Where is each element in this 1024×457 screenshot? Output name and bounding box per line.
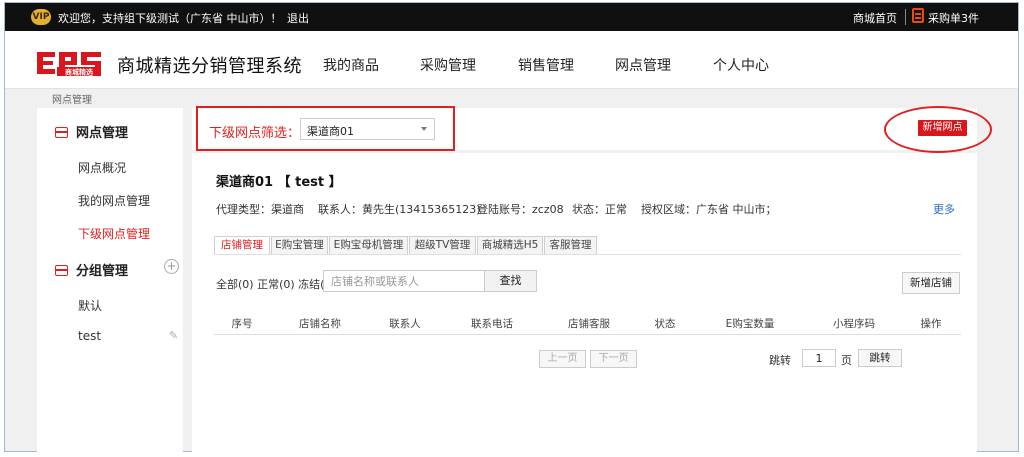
list-icon (55, 265, 68, 276)
col-shop-service: 店铺客服 (568, 318, 610, 330)
pencil-icon[interactable]: ✎ (169, 330, 179, 341)
search-button[interactable]: 查找 (484, 270, 537, 292)
jump-label: 跳转 (769, 354, 791, 367)
logout-link[interactable]: 退出 (287, 10, 309, 26)
add-shop-button[interactable]: 新增店铺 (902, 272, 960, 294)
nav-sales[interactable]: 销售管理 (518, 55, 574, 75)
tab-egoubao[interactable]: E购宝管理 (271, 236, 328, 255)
next-page-button[interactable]: 下一页 (590, 350, 637, 368)
dealer-title: 渠道商01 【 test 】 (216, 175, 342, 190)
nav-personal-center[interactable]: 个人中心 (713, 55, 769, 75)
sidebar-group-outlets[interactable]: 网点管理 (55, 122, 128, 141)
purchase-list-link[interactable]: 采购单3件 (928, 10, 979, 26)
add-group-icon[interactable]: + (164, 259, 179, 274)
main-panel (192, 153, 977, 453)
sub-outlet-select-value: 渠道商01 (307, 125, 354, 138)
vip-badge-icon: VIP (31, 9, 51, 25)
svg-text:商城精选: 商城精选 (65, 68, 93, 77)
shop-search-input[interactable] (323, 270, 485, 292)
col-egoubao-count: E购宝数量 (725, 318, 775, 330)
col-phone: 联系电话 (471, 318, 513, 330)
system-title: 商城精选分销管理系统 (117, 56, 302, 77)
sidebar-item-sub-outlets[interactable]: 下级网点管理 (78, 225, 150, 242)
add-outlet-highlight-circle (884, 106, 992, 153)
contact-person: 联系人：黄先生(13415365123) (318, 203, 481, 216)
topbar-divider (905, 9, 906, 25)
tab-divider (214, 254, 961, 255)
page-number-input[interactable] (802, 349, 836, 367)
sidebar-group-groups[interactable]: 分组管理 (55, 260, 128, 279)
tab-shop-management[interactable]: 店铺管理 (214, 236, 270, 255)
nav-outlets[interactable]: 网点管理 (615, 55, 671, 75)
sub-outlet-select[interactable]: 渠道商01 (300, 118, 435, 140)
eps-logo-icon: 商城精选 (37, 52, 101, 77)
agent-type: 代理类型：渠道商 (216, 203, 304, 216)
tab-super-tv[interactable]: 超级TV管理 (409, 236, 476, 255)
col-mini-program-code: 小程序码 (833, 318, 875, 330)
sidebar-item-my-outlets[interactable]: 我的网点管理 (78, 192, 150, 209)
col-contact: 联系人 (389, 318, 421, 330)
col-index: 序号 (231, 318, 253, 330)
shop-counts: 全部(0) 正常(0) 冻结(0) (216, 278, 336, 291)
nav-purchase[interactable]: 采购管理 (420, 55, 476, 75)
sidebar-item-default[interactable]: 默认 (78, 297, 102, 314)
card-icon (55, 127, 68, 138)
login-account: 登陆账号：zcz08 (477, 203, 564, 216)
mall-home-link[interactable]: 商城首页 (853, 10, 897, 26)
more-link[interactable]: 更多 (933, 201, 955, 217)
col-shop-name: 店铺名称 (299, 318, 341, 330)
jump-button[interactable]: 跳转 (858, 349, 902, 367)
chevron-down-icon (421, 127, 427, 131)
breadcrumb: 网点管理 (52, 95, 92, 106)
tab-egoubao-master[interactable]: E购宝母机管理 (329, 236, 408, 255)
welcome-text: 欢迎您，支持组下级测试（广东省 中山市）！ (58, 12, 282, 25)
dealer-status: 状态：正常 (572, 203, 627, 216)
col-actions: 操作 (920, 318, 942, 330)
authorized-region: 授权区域：广东省 中山市； (641, 203, 777, 216)
nav-my-products[interactable]: 我的商品 (323, 55, 379, 75)
sidebar-group-outlets-label: 网点管理 (76, 126, 129, 141)
table-header: 序号 店铺名称 联系人 联系电话 店铺客服 状态 E购宝数量 小程序码 操作 (214, 311, 961, 335)
tab-mall-h5[interactable]: 商城精选H5 (477, 236, 543, 255)
sidebar-item-test[interactable]: test (78, 329, 101, 343)
page-unit-label: 页 (841, 354, 852, 367)
clipboard-icon[interactable] (912, 8, 924, 23)
tab-customer-service[interactable]: 客服管理 (544, 236, 597, 255)
sidebar-group-groups-label: 分组管理 (76, 264, 129, 279)
sidebar-item-overview[interactable]: 网点概况 (78, 159, 126, 176)
prev-page-button[interactable]: 上一页 (539, 350, 586, 368)
sub-outlet-filter-label: 下级网点筛选： (209, 126, 301, 141)
col-status: 状态 (654, 318, 676, 330)
